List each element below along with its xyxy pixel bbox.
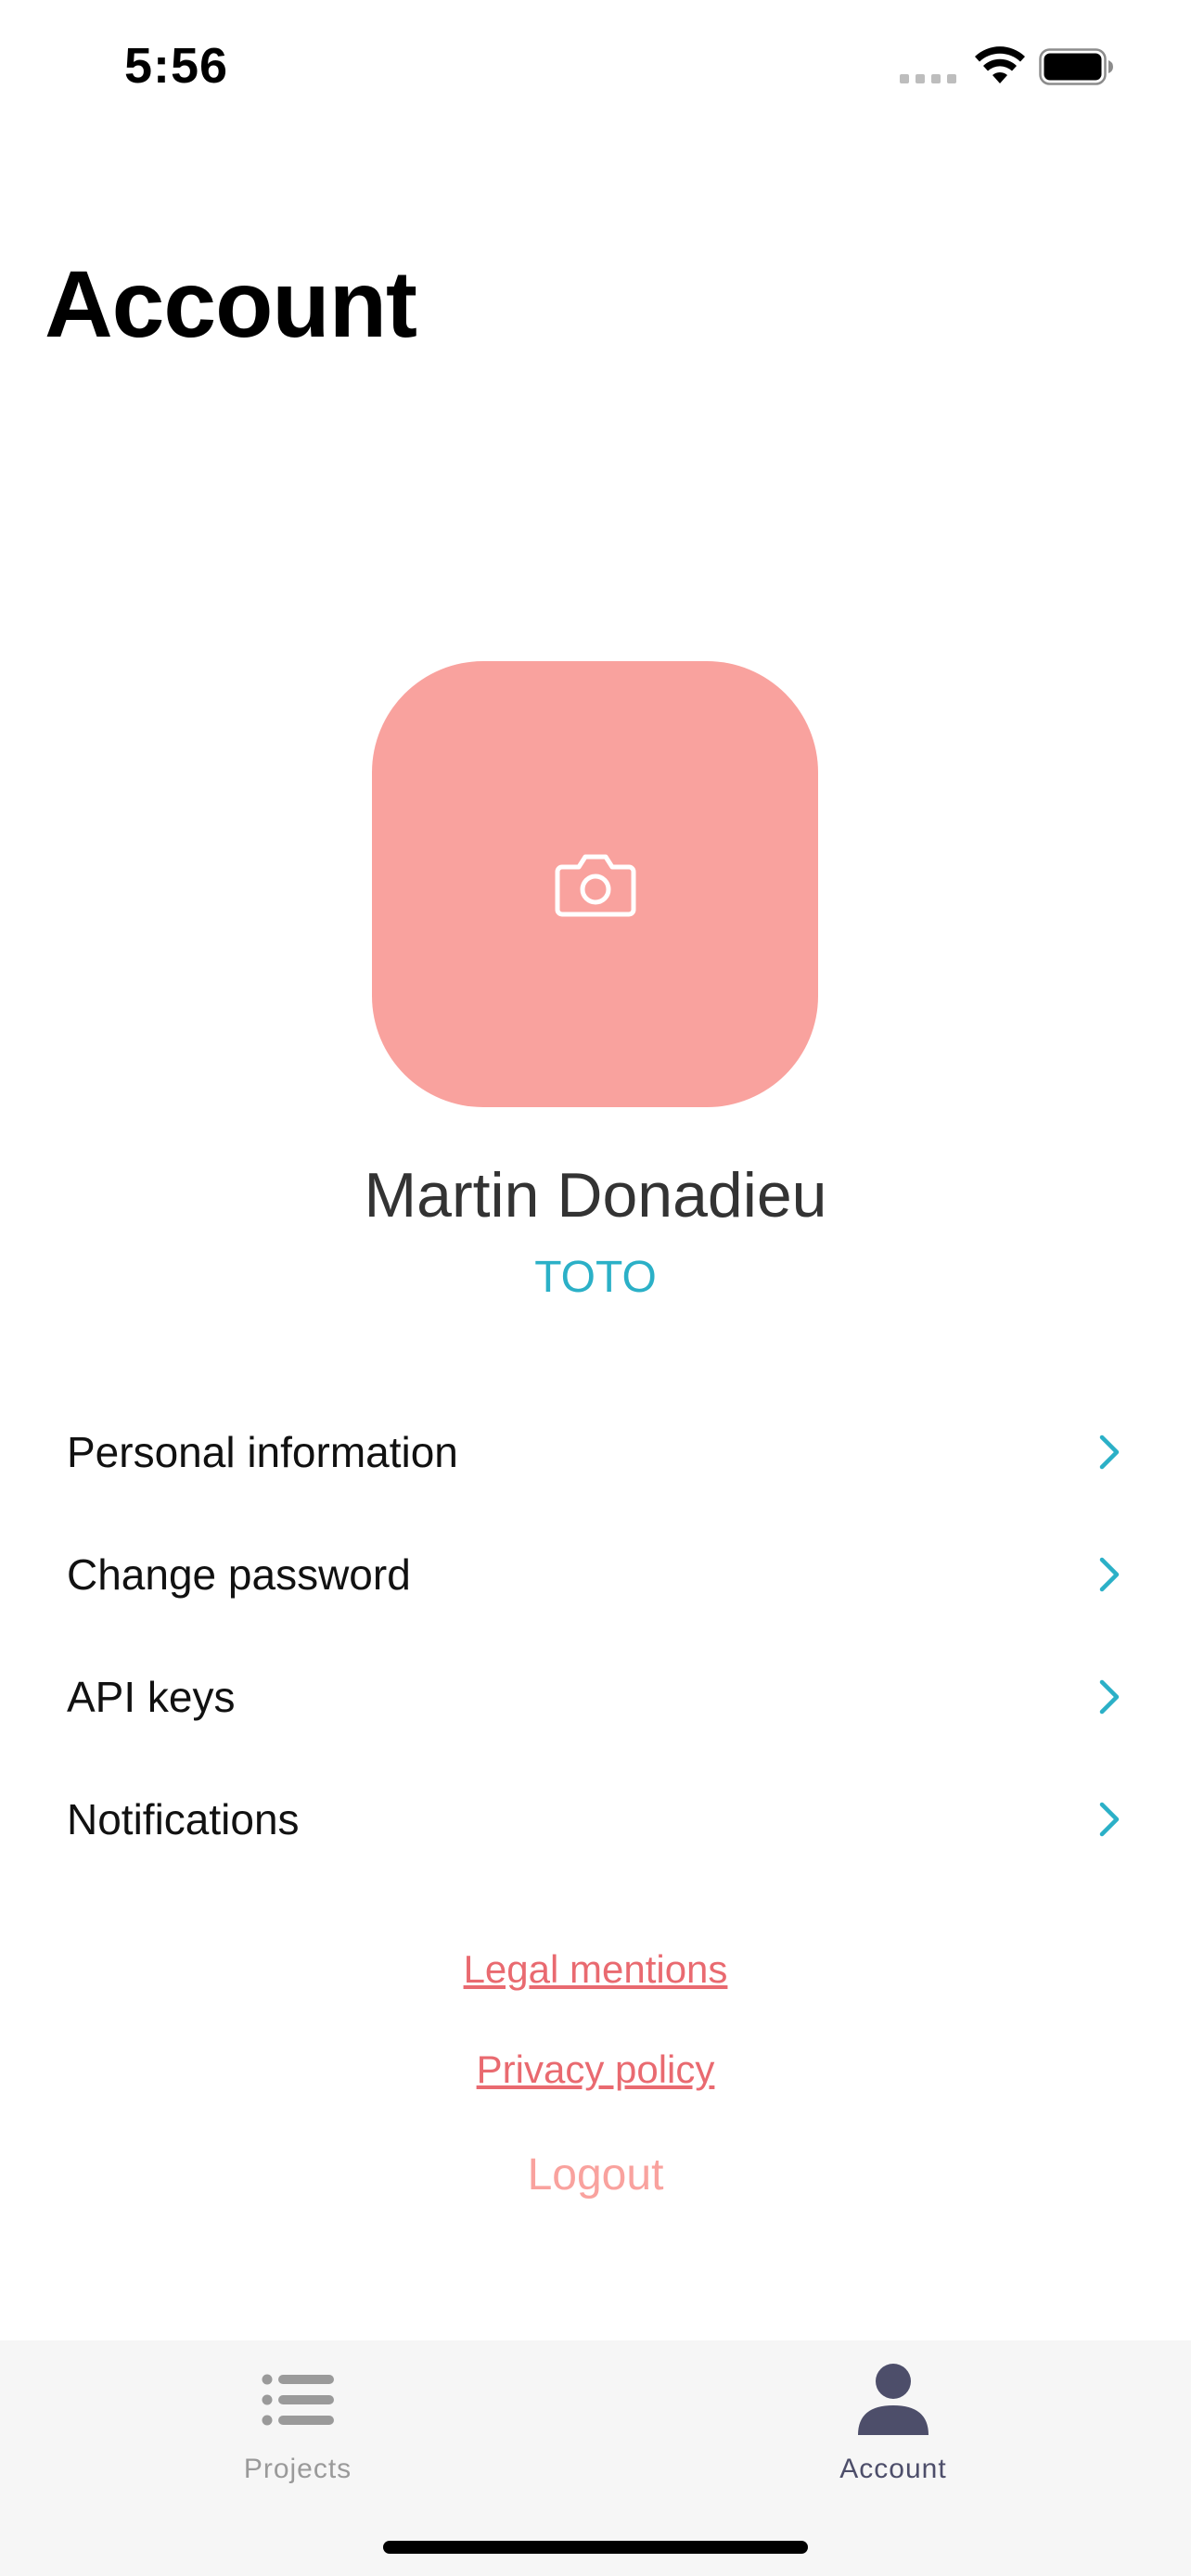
legal-mentions-link[interactable]: Legal mentions: [0, 1947, 1191, 1992]
menu-item-label: Change password: [67, 1550, 411, 1599]
menu-item-personal-information[interactable]: Personal information: [0, 1391, 1191, 1513]
page-title: Account: [45, 251, 417, 357]
menu-item-label: Notifications: [67, 1795, 300, 1843]
chevron-right-icon: [1099, 1679, 1120, 1715]
logout-button[interactable]: Logout: [0, 2149, 1191, 2200]
account-menu: Personal information Change password API…: [0, 1391, 1191, 1881]
menu-item-notifications[interactable]: Notifications: [0, 1758, 1191, 1881]
privacy-policy-link[interactable]: Privacy policy: [0, 2047, 1191, 2092]
home-indicator: [383, 2541, 808, 2554]
tab-label: Account: [839, 2454, 947, 2484]
menu-item-label: API keys: [67, 1673, 236, 1721]
status-time: 5:56: [124, 38, 229, 94]
list-icon: [262, 2374, 334, 2426]
cellular-signal-icon: [900, 74, 956, 83]
wifi-icon: [975, 46, 1025, 83]
organization-name: TOTO: [534, 1253, 657, 1302]
avatar-upload-button[interactable]: [372, 661, 818, 1107]
chevron-right-icon: [1099, 1802, 1120, 1837]
menu-item-api-keys[interactable]: API keys: [0, 1636, 1191, 1758]
person-icon: [858, 2364, 928, 2435]
battery-icon: [1039, 48, 1113, 85]
camera-icon: [555, 854, 635, 916]
user-name: Martin Donadieu: [364, 1160, 827, 1231]
tab-label: Projects: [243, 2454, 352, 2484]
tab-projects[interactable]: Projects: [112, 2340, 483, 2498]
chevron-right-icon: [1099, 1435, 1120, 1470]
menu-item-label: Personal information: [67, 1428, 458, 1476]
tab-account[interactable]: Account: [708, 2340, 1079, 2498]
chevron-right-icon: [1099, 1557, 1120, 1592]
menu-item-change-password[interactable]: Change password: [0, 1513, 1191, 1636]
